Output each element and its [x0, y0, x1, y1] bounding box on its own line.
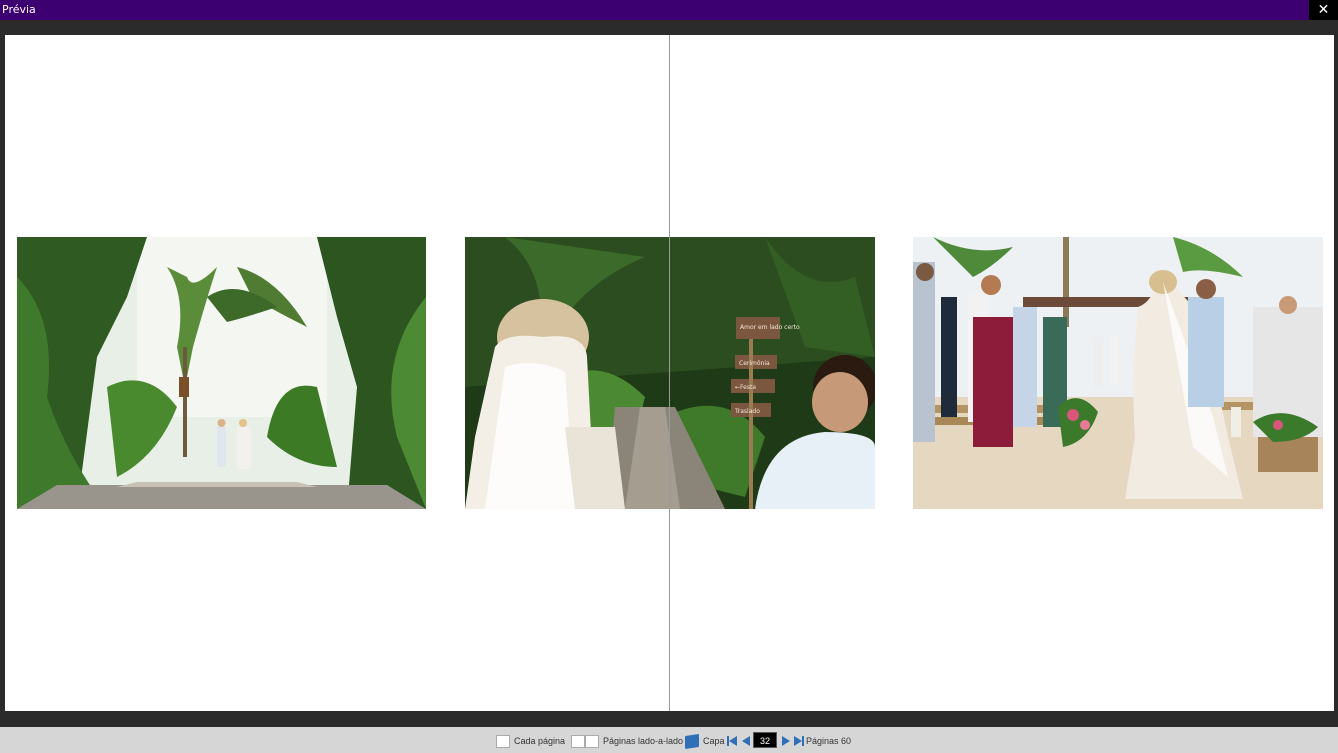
single-page-icon [496, 734, 510, 748]
each-page-button[interactable]: Cada página [496, 734, 565, 748]
current-page-field[interactable]: 32 [753, 732, 777, 748]
cover-button[interactable]: Capa [685, 733, 725, 749]
cover-label: Capa [703, 736, 725, 746]
next-page-icon[interactable] [780, 735, 792, 747]
total-pages-label: Páginas 60 [806, 734, 851, 748]
total-pages-text: Páginas 60 [806, 736, 852, 746]
spread-fold-line [669, 35, 670, 711]
previous-page-icon[interactable] [740, 735, 752, 747]
bride-and-sign-photo: Amor em lado certo Cerimônia ←Festa Tras… [465, 237, 875, 509]
sign-line-2: Cerimônia [739, 360, 770, 367]
first-page-icon[interactable] [726, 735, 738, 747]
side-by-side-label: Páginas lado-a-lado [603, 736, 684, 746]
window-title: Prévia [2, 3, 36, 16]
sign-line-1: Amor em lado certo [740, 324, 800, 331]
book-cover-icon [685, 733, 699, 749]
side-by-side-button[interactable]: Páginas lado-a-lado [571, 734, 683, 748]
sign-line-3: ←Festa [735, 384, 756, 391]
last-page-icon[interactable] [793, 735, 805, 747]
each-page-label: Cada página [514, 736, 566, 746]
double-page-icon [571, 734, 599, 748]
close-button[interactable]: ✕ [1309, 0, 1338, 20]
beach-ceremony-photo [913, 237, 1323, 509]
title-bar: Prévia ✕ [0, 0, 1338, 20]
sign-line-4: Traslado [734, 408, 760, 415]
album-spread: Amor em lado certo Cerimônia ←Festa Tras… [5, 35, 1334, 711]
preview-stage: Amor em lado certo Cerimônia ←Festa Tras… [0, 20, 1338, 727]
preview-toolbar: Cada página Páginas lado-a-lado Capa 32 … [0, 727, 1338, 753]
bride-walkway-photo [17, 237, 426, 509]
